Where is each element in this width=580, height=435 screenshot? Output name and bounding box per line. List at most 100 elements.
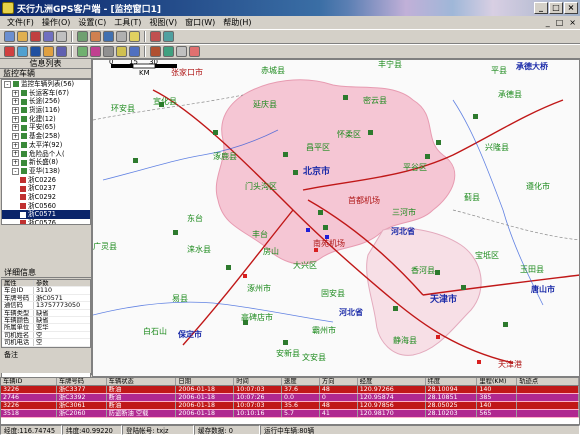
toolbar-map-tool-icon[interactable] (90, 46, 101, 57)
expand-icon[interactable]: + (12, 98, 19, 106)
mdi-close-button[interactable]: × (569, 18, 576, 27)
map-view[interactable]: 0 15 30 KM 张家口市 赤城县 丰宁县 平县 承德大桥 宣化县 延庆县 密云县 承德县环… (92, 59, 580, 377)
grid-column-header[interactable]: 里程(KM) (477, 378, 518, 385)
toolbar-main-tool-icon[interactable] (116, 31, 127, 42)
mdi-restore-button[interactable]: □ (556, 18, 564, 27)
map-place-label: 涿州市 (247, 284, 271, 293)
menu-file[interactable]: 文件(F) (3, 17, 38, 28)
toolbar-main-tool-icon[interactable] (17, 31, 28, 42)
grid-column-header[interactable]: 车辆状态 (107, 378, 177, 385)
menu-help[interactable]: 帮助(H) (219, 17, 255, 28)
vehicle-icon (20, 176, 26, 183)
toolbar-main-tool-icon[interactable] (129, 31, 140, 42)
expand-icon[interactable]: + (12, 106, 19, 114)
vehicle-status-grid[interactable]: 车辆ID 车牌号码 车辆状态 日期 时间 速度 方向 经度 纬度 里程(KM) 轨迹点 3226 浙C3… (0, 377, 580, 425)
app-icon (2, 2, 14, 14)
map-place-label: 东台 (187, 214, 203, 223)
toolbar-map-tool-icon[interactable] (129, 46, 140, 57)
menu-operation[interactable]: 操作(O) (38, 17, 75, 28)
toolbar-map-tool-icon[interactable] (163, 46, 174, 57)
toolbar-map-tool-icon[interactable] (103, 46, 114, 57)
grid-row[interactable]: 2746 浙C3392 断油 2006-01-18 10:07:26 0.0 0 120.95… (1, 394, 579, 402)
tree-vehicle-item[interactable]: 浙C0292 (2, 193, 90, 202)
tree-vehicle-item[interactable]: 浙C0571 (2, 210, 90, 219)
toolbar-map-tool-icon[interactable] (30, 46, 41, 57)
grid-column-header[interactable]: 经度 (358, 378, 426, 385)
toolbar-main-tool-icon[interactable] (56, 31, 67, 42)
tree-vehicle-item[interactable]: 浙C0560 (2, 202, 90, 211)
menu-tools[interactable]: 工具(T) (110, 17, 145, 28)
grid-column-header[interactable]: 速度 (282, 378, 320, 385)
menu-bar: 文件(F) 操作(O) 设置(C) 工具(T) 视图(V) 窗口(W) 帮助(H… (0, 16, 580, 29)
toolbar-map-tool-icon[interactable] (116, 46, 127, 57)
toolbar-main-tool-icon[interactable] (30, 31, 41, 42)
map-place-label: 丰宁县 (378, 60, 402, 69)
expand-icon[interactable]: + (12, 124, 19, 132)
tab-monitored-vehicles[interactable]: 监控车辆 (0, 69, 91, 79)
grid-row[interactable]: 3226 浙C3061 断油 2006-01-18 10:07:03 35.6 48 120.… (1, 402, 579, 410)
toolbar-main-tool-icon[interactable] (43, 31, 54, 42)
expand-icon[interactable]: + (12, 150, 19, 158)
close-button[interactable]: × (564, 2, 578, 14)
toolbar-main-tool-icon[interactable] (103, 31, 114, 42)
tree-group-item[interactable]: + 基金(258) (2, 132, 90, 141)
menu-window[interactable]: 窗口(W) (181, 17, 219, 28)
tree-vehicle-item[interactable]: 浙C0226 (2, 176, 90, 185)
tree-group-item[interactable]: + 太平洋(92) (2, 141, 90, 150)
tree-group-item[interactable]: + 新长盛(8) (2, 158, 90, 167)
toolbar-main-tool-icon[interactable] (4, 31, 15, 42)
minimize-button[interactable]: _ (534, 2, 548, 14)
toolbar-main-tool-icon[interactable] (163, 31, 174, 42)
toolbar-map-tool-icon[interactable] (43, 46, 54, 57)
toolbar-map-tool-icon[interactable] (150, 46, 161, 57)
grid-row[interactable]: 3226 浙C3377 断油 2006-01-18 10:07:03 37.6 48 120.… (1, 386, 579, 394)
grid-column-header[interactable]: 车辆ID (1, 378, 57, 385)
maximize-button[interactable]: □ (549, 2, 563, 14)
expand-icon[interactable]: + (12, 89, 19, 97)
group-icon (21, 133, 27, 140)
toolbar-map-tool-icon[interactable] (189, 46, 200, 57)
toolbar-map-tool-icon[interactable] (56, 46, 67, 57)
tree-group-item[interactable]: - 监控车辆列表(56) (2, 80, 90, 89)
tree-group-item[interactable]: - 亚华(138) (2, 167, 90, 176)
tree-group-item[interactable]: + 危险品个人( (2, 150, 90, 159)
toolbar-map-tool-icon[interactable] (4, 46, 15, 57)
toolbar-map-tool-icon[interactable] (77, 46, 88, 57)
tree-vehicle-item[interactable]: 浙C0576 (2, 219, 90, 224)
vehicle-tree[interactable]: - 监控车辆列表(56) + 长运客车(67) + 长途(256) + 货运(116) + 化建(… (1, 79, 91, 225)
map-place-label: 天津港 (498, 360, 522, 369)
toolbar-main-tool-icon[interactable] (150, 31, 161, 42)
note-area[interactable]: 备注 (1, 347, 91, 373)
menu-view[interactable]: 视图(V) (145, 17, 181, 28)
menu-settings[interactable]: 设置(C) (74, 17, 110, 28)
tree-item-label: 新长盛(8) (29, 158, 59, 167)
grid-column-header[interactable]: 轨迹点 (517, 378, 579, 385)
scale-unit: KM (139, 69, 150, 77)
tree-vehicle-item[interactable]: 浙C0237 (2, 184, 90, 193)
grid-column-header[interactable]: 时间 (234, 378, 283, 385)
tree-group-item[interactable]: + 货运(116) (2, 106, 90, 115)
expand-icon[interactable]: + (12, 115, 19, 123)
expand-icon[interactable]: + (12, 141, 19, 149)
grid-column-header[interactable]: 车牌号码 (57, 378, 107, 385)
map-place-label: 环安县 (111, 104, 135, 113)
toolbar-main-tool-icon[interactable] (90, 31, 101, 42)
collapse-icon[interactable]: - (12, 167, 19, 175)
tree-group-item[interactable]: + 平安(65) (2, 123, 90, 132)
tree-group-item[interactable]: + 长途(256) (2, 97, 90, 106)
collapse-icon[interactable]: - (4, 80, 11, 88)
grid-row[interactable]: 3518 浙C2060 防盗断油 空载 2006-01-18 10:10:16 5.7 41… (1, 410, 579, 418)
status-latitude: 纬度:40.99220 (62, 425, 122, 435)
grid-column-header[interactable]: 日期 (176, 378, 235, 385)
grid-cell: 3226 (1, 386, 57, 393)
expand-icon[interactable]: + (12, 132, 19, 140)
toolbar-main-separator (144, 31, 146, 42)
grid-column-header[interactable]: 方向 (320, 378, 358, 385)
grid-column-header[interactable]: 纬度 (426, 378, 478, 385)
toolbar-map-tool-icon[interactable] (17, 46, 28, 57)
toolbar-map-tool-icon[interactable] (176, 46, 187, 57)
mdi-minimize-button[interactable]: _ (546, 18, 550, 27)
toolbar-main-tool-icon[interactable] (77, 31, 88, 42)
expand-icon[interactable]: + (12, 159, 19, 167)
toolbar-map-separator (71, 46, 73, 57)
